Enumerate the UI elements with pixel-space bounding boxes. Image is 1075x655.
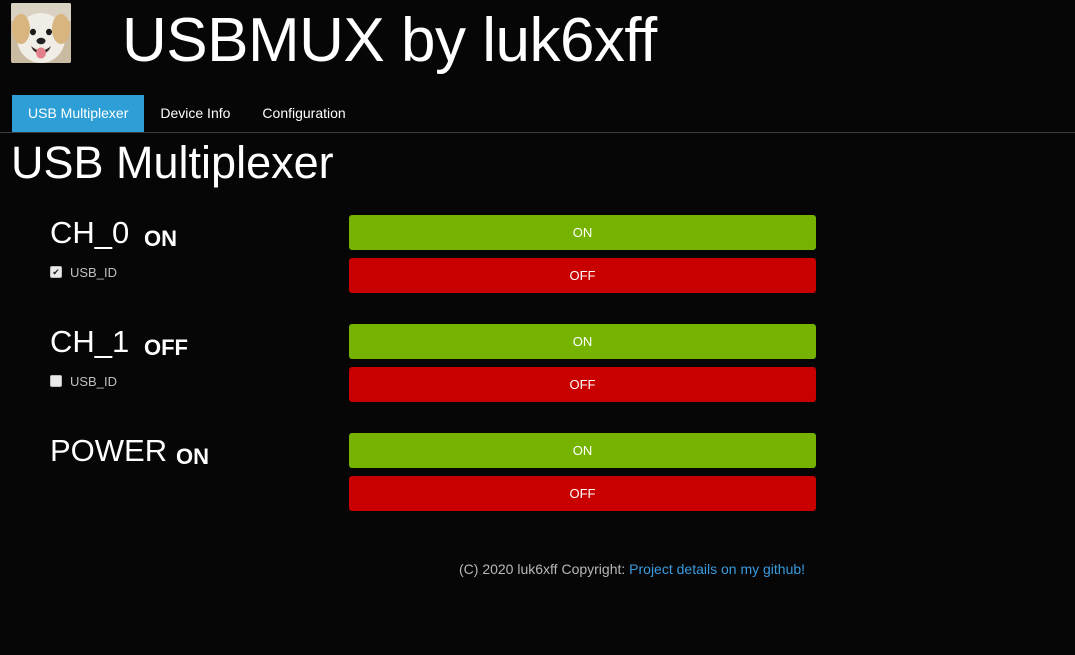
usb-id-checkbox[interactable] bbox=[50, 375, 62, 387]
ch0-on-button[interactable]: ON bbox=[349, 215, 816, 250]
channel-ch1: CH_1 OFF USB_ID ON OFF bbox=[0, 324, 1075, 424]
ch1-on-button[interactable]: ON bbox=[349, 324, 816, 359]
tab-usb-multiplexer[interactable]: USB Multiplexer bbox=[12, 95, 145, 132]
channel-name: CH_1 bbox=[50, 324, 130, 359]
page-title: USB Multiplexer bbox=[11, 137, 334, 188]
channel-status: OFF bbox=[144, 335, 188, 360]
github-link[interactable]: Project details on my github! bbox=[629, 561, 805, 577]
ch0-off-button[interactable]: OFF bbox=[349, 258, 816, 293]
channel-ch0: CH_0 ON ✔ USB_ID ON OFF bbox=[0, 215, 1075, 315]
channel-status: ON bbox=[176, 444, 209, 469]
channel-name: CH_0 bbox=[50, 215, 130, 250]
channel-status: ON bbox=[144, 226, 177, 251]
app-title: USBMUX by luk6xff bbox=[122, 6, 657, 75]
ch1-off-button[interactable]: OFF bbox=[349, 367, 816, 402]
usb-id-option: USB_ID bbox=[50, 373, 117, 389]
usb-id-label: USB_ID bbox=[70, 264, 117, 280]
tab-bar: USB Multiplexer Device Info Configuratio… bbox=[12, 95, 362, 132]
footer: (C) 2020 luk6xff Copyright: Project deta… bbox=[459, 560, 805, 578]
usb-id-option: ✔ USB_ID bbox=[50, 264, 117, 280]
power-off-button[interactable]: OFF bbox=[349, 476, 816, 511]
usb-id-checkbox[interactable]: ✔ bbox=[50, 266, 62, 278]
usb-id-label: USB_ID bbox=[70, 373, 117, 389]
channel-power: POWER ON ON OFF bbox=[0, 433, 1075, 533]
tab-device-info[interactable]: Device Info bbox=[144, 95, 246, 132]
copyright-text: (C) 2020 luk6xff Copyright: bbox=[459, 561, 630, 577]
checkmark-icon: ✔ bbox=[52, 267, 60, 277]
app-header: USBMUX by luk6xff bbox=[0, 0, 1075, 92]
tab-divider bbox=[0, 132, 1075, 133]
power-on-button[interactable]: ON bbox=[349, 433, 816, 468]
channel-name: POWER bbox=[50, 433, 168, 468]
avatar bbox=[11, 3, 71, 63]
dog-avatar-image bbox=[11, 3, 71, 63]
tab-configuration[interactable]: Configuration bbox=[246, 95, 361, 132]
